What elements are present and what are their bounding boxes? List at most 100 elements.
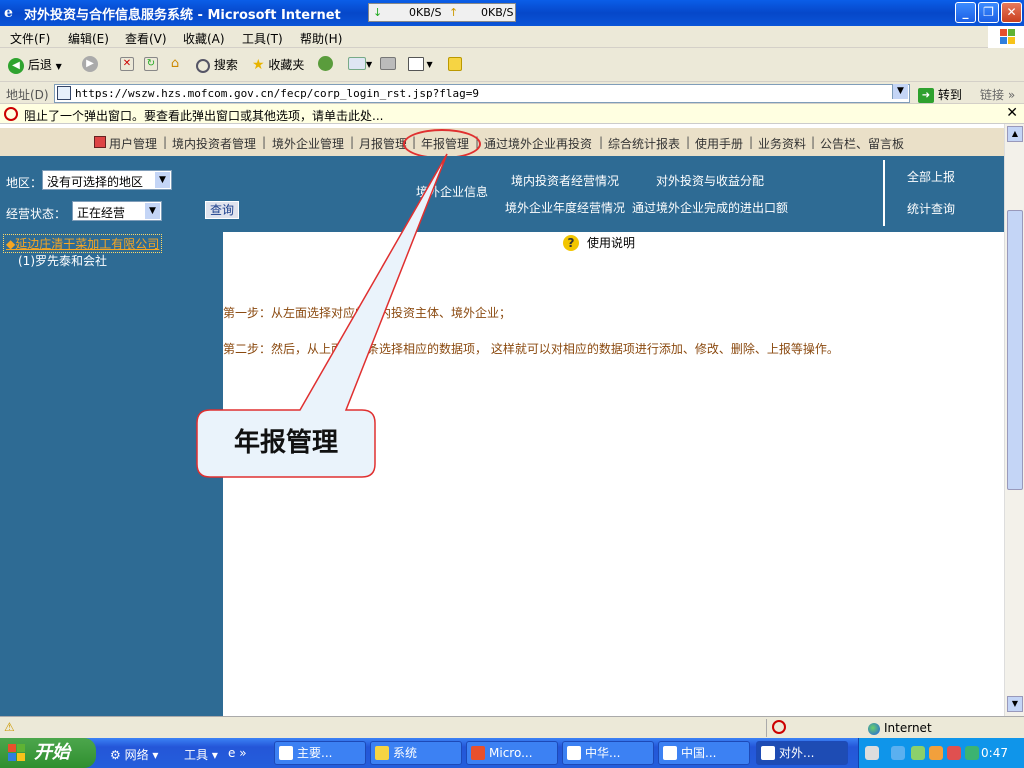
menu-view[interactable]: 查看(V) <box>125 30 167 47</box>
nav-bulletin[interactable]: 公告栏、留言板 <box>820 135 904 152</box>
task-label: 中华... <box>585 746 621 760</box>
back-label: 后退 <box>27 58 52 72</box>
address-input[interactable]: https://wszw.hzs.mofcom.gov.cn/fecp/corp… <box>54 84 910 103</box>
edit-button[interactable]: ▼ <box>408 56 433 71</box>
help-label: 使用说明 <box>587 236 636 250</box>
clock: 0:47 <box>981 746 1008 760</box>
mail-icon <box>348 57 366 70</box>
subnav-overseas-info[interactable]: 境外企业信息 <box>416 183 488 200</box>
tray-arrow-icon[interactable] <box>891 746 905 760</box>
notes-icon <box>448 56 462 71</box>
help-icon: ? <box>563 235 579 251</box>
links-label: 链接 <box>980 88 1005 102</box>
task-label: 系统 <box>393 746 418 760</box>
address-dropdown-button[interactable]: ▼ <box>892 84 908 99</box>
notes-button[interactable] <box>448 56 462 71</box>
network-icon[interactable] <box>911 746 925 760</box>
menu-edit[interactable]: 编辑(E) <box>68 30 109 47</box>
window-icon <box>279 746 293 760</box>
favorites-button[interactable]: ★ 收藏夹 <box>252 56 304 73</box>
close-icon[interactable]: ✕ <box>1006 105 1018 121</box>
query-button[interactable]: 查询 <box>205 201 239 219</box>
keyboard-icon[interactable] <box>865 746 879 760</box>
task-label: 对外... <box>779 746 815 760</box>
restore-button[interactable]: ❐ <box>978 2 999 23</box>
globe-icon <box>868 722 880 735</box>
print-button[interactable] <box>380 56 396 70</box>
menu-tools[interactable]: 工具(T) <box>242 30 283 47</box>
task-button-3[interactable]: Micro... <box>466 741 558 765</box>
start-label: 开始 <box>34 742 70 763</box>
company-link[interactable]: ◆延边庄清干菜加工有限公司 <box>3 234 163 253</box>
scroll-thumb[interactable] <box>1007 210 1023 490</box>
edit-icon <box>408 56 424 71</box>
ie-icon <box>761 746 775 760</box>
star-icon: ★ <box>252 57 265 73</box>
nav-domestic-investor[interactable]: 境内投资者管理 <box>172 135 256 152</box>
mail-button[interactable]: ▼ <box>348 56 372 70</box>
minimize-button[interactable]: _ <box>955 2 976 23</box>
menu-favorites[interactable]: 收藏(A) <box>183 30 225 47</box>
windows-logo-icon <box>8 744 26 762</box>
nav-business-docs[interactable]: 业务资料 <box>758 135 806 152</box>
menu-help[interactable]: 帮助(H) <box>300 30 342 47</box>
region-select[interactable]: 没有可选择的地区 ▼ <box>42 170 172 190</box>
search-button[interactable]: 搜索 <box>196 56 238 73</box>
quicklaunch-network[interactable]: ⚙ 网络 ▾ <box>110 746 158 763</box>
popup-blocker-bar[interactable]: 阻止了一个弹出窗口。要查看此弹出窗口或其他选项，请单击此处... ✕ <box>0 104 1024 124</box>
ie-quick-icon[interactable]: e » <box>228 746 247 760</box>
messenger-icon[interactable] <box>929 746 943 760</box>
task-button-4[interactable]: 中华... <box>562 741 654 765</box>
go-label: 转到 <box>937 88 962 102</box>
history-button[interactable] <box>318 56 333 71</box>
task-label: 中国... <box>681 746 717 760</box>
chevron-down-icon: ▼ <box>145 203 160 219</box>
search-icon <box>196 58 210 73</box>
subnav-annual-ops[interactable]: 境外企业年度经营情况 <box>505 199 625 216</box>
subnav-import-export[interactable]: 通过境外企业完成的进出口额 <box>632 199 788 216</box>
blocked-icon <box>4 107 18 121</box>
stat-query-link[interactable]: 统计查询 <box>907 200 955 217</box>
nav-manual[interactable]: 使用手册 <box>695 135 743 152</box>
sub-company-item[interactable]: (1)罗先泰和会社 <box>18 252 107 269</box>
speed-up: 0KB/S <box>481 6 514 19</box>
status-label: 经营状态： <box>6 207 67 221</box>
status-select[interactable]: 正在经营 ▼ <box>72 201 162 221</box>
search-label: 搜索 <box>213 58 238 72</box>
subnav-investment-income[interactable]: 对外投资与收益分配 <box>656 172 764 189</box>
scroll-up-icon[interactable]: ▲ <box>1007 126 1023 142</box>
go-button[interactable]: ➜ 转到 <box>918 86 962 103</box>
task-label: Micro... <box>489 746 533 760</box>
task-button-1[interactable]: 主要... <box>274 741 366 765</box>
nav-statistics[interactable]: 综合统计报表 <box>608 135 680 152</box>
down-arrow-icon: ↓ <box>373 6 383 19</box>
menu-file[interactable]: 文件(F) <box>10 30 50 47</box>
quicklaunch-tools[interactable]: 工具 ▾ <box>184 746 218 763</box>
links-button[interactable]: 链接 » <box>980 86 1015 103</box>
scroll-down-icon[interactable]: ▼ <box>1007 696 1023 712</box>
popup-blocker-text: 阻止了一个弹出窗口。要查看此弹出窗口或其他选项，请单击此处... <box>24 109 384 123</box>
nav-reinvestment[interactable]: 通过境外企业再投资 <box>484 135 592 152</box>
qq-icon[interactable] <box>947 746 961 760</box>
help-link[interactable]: ? 使用说明 <box>563 234 635 251</box>
refresh-button[interactable]: ↻ <box>144 56 158 71</box>
report-all-link[interactable]: 全部上报 <box>907 168 955 185</box>
forward-button[interactable]: ▶ <box>82 56 98 72</box>
task-button-5[interactable]: 中国... <box>658 741 750 765</box>
nav-monthly-report[interactable]: 月报管理 <box>359 135 407 152</box>
blocked-icon <box>772 720 786 734</box>
quick-network-label: 网络 <box>124 748 149 762</box>
nav-overseas-company[interactable]: 境外企业管理 <box>272 135 344 152</box>
close-button[interactable]: ✕ <box>1001 2 1022 23</box>
start-button[interactable]: 开始 <box>0 738 96 768</box>
home-button[interactable]: ⌂ <box>168 56 182 71</box>
vertical-scrollbar[interactable]: ▲ ▼ <box>1004 124 1024 716</box>
toolbar: ◀ 后退 ▼ ▶ ✕ ↻ ⌂ 搜索 ★ 收藏夹 ▼ ▼ <box>0 48 1024 82</box>
task-button-6[interactable]: 对外... <box>756 741 848 765</box>
shield-icon[interactable] <box>965 746 979 760</box>
subnav-domestic-ops[interactable]: 境内投资者经营情况 <box>511 172 619 189</box>
nav-user-manage[interactable]: 用户管理 <box>109 135 157 152</box>
back-button[interactable]: ◀ 后退 ▼ <box>8 56 62 74</box>
task-button-2[interactable]: 系统 <box>370 741 462 765</box>
stop-button[interactable]: ✕ <box>120 56 134 71</box>
